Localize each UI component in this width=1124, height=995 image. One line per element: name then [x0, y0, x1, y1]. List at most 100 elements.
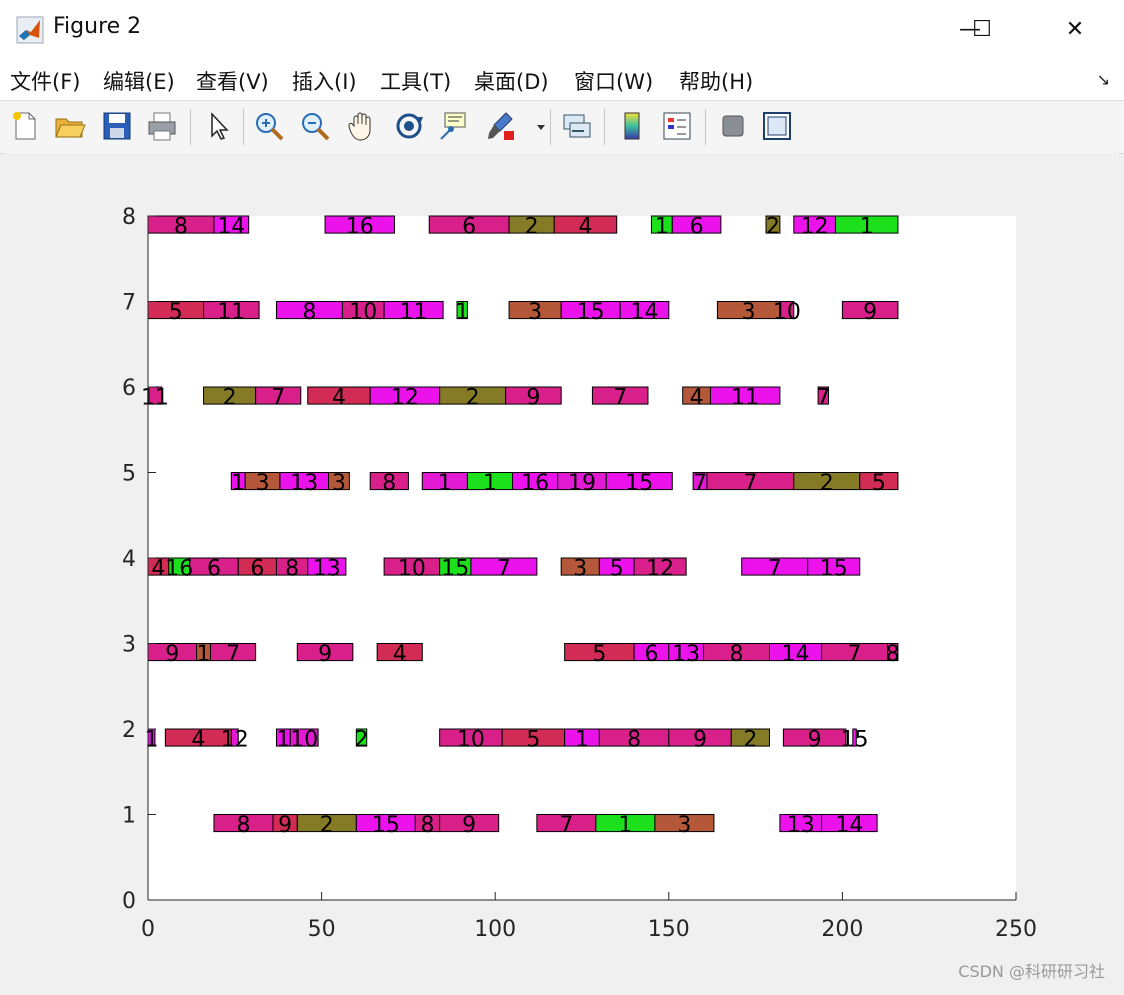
pointer-icon[interactable]: [202, 109, 236, 143]
new-figure-icon[interactable]: [8, 109, 42, 143]
task-label: 1: [655, 215, 669, 240]
menu-window[interactable]: 窗口(W): [574, 66, 653, 96]
task-label: 6: [462, 215, 476, 240]
task-label: 9: [863, 300, 877, 325]
task-label: 15: [441, 557, 469, 582]
task-label: 14: [217, 215, 245, 240]
task-label: 10: [398, 557, 426, 582]
task-label: 7: [613, 386, 627, 411]
task-label: 15: [625, 471, 653, 496]
task-label: 8: [886, 642, 900, 667]
save-icon[interactable]: [100, 109, 134, 143]
task-label: 1: [483, 471, 497, 496]
task-label: 4: [332, 386, 346, 411]
task-label: 16: [521, 471, 549, 496]
dock-arrow-icon[interactable]: ↘: [1097, 70, 1110, 89]
task-label: 13: [787, 813, 815, 838]
task-label: 4: [578, 215, 592, 240]
task-label: 3: [528, 300, 542, 325]
link-plot-icon[interactable]: [560, 109, 594, 143]
task-label: 4: [151, 557, 165, 582]
task-label: 10: [290, 728, 318, 753]
x-tick-label: 250: [995, 917, 1037, 942]
task-label: 2: [355, 728, 369, 753]
toolbar-separator: [190, 109, 191, 145]
y-tick-label: 4: [122, 547, 136, 572]
zoom-in-icon[interactable]: [252, 109, 286, 143]
toolbar-separator: [550, 109, 551, 145]
task-label: 1: [455, 300, 469, 325]
menu-desktop[interactable]: 桌面(D): [474, 66, 549, 96]
print-icon[interactable]: [145, 109, 179, 143]
data-cursor-icon[interactable]: [437, 109, 471, 143]
task-label: 5: [872, 471, 886, 496]
task-label: 12: [221, 728, 249, 753]
task-label: 9: [165, 642, 179, 667]
task-label: 7: [271, 386, 285, 411]
menu-bar: 文件(F) 编辑(E) 查看(V) 插入(I) 工具(T) 桌面(D) 窗口(W…: [0, 58, 1124, 100]
rotate-3d-icon[interactable]: [392, 109, 426, 143]
task-label: 10: [457, 728, 485, 753]
zoom-out-icon[interactable]: [298, 109, 332, 143]
task-label: 3: [332, 471, 346, 496]
menu-help[interactable]: 帮助(H): [679, 66, 753, 96]
task-label: 1: [231, 471, 245, 496]
task-label: 12: [646, 557, 674, 582]
task-label: 16: [165, 557, 193, 582]
task-label: 4: [191, 728, 205, 753]
task-label: 8: [627, 728, 641, 753]
task-label: 4: [393, 642, 407, 667]
close-icon: ✕: [1065, 16, 1085, 42]
pan-hand-icon[interactable]: [345, 109, 379, 143]
task-label: 3: [573, 557, 587, 582]
task-label: 2: [820, 471, 834, 496]
task-label: 15: [820, 557, 848, 582]
menu-tools[interactable]: 工具(T): [380, 66, 451, 96]
toolbar-separator: [705, 109, 706, 145]
menu-file[interactable]: 文件(F): [10, 66, 80, 96]
task-label: 8: [382, 471, 396, 496]
task-label: 2: [320, 813, 334, 838]
toolbar-separator: [604, 109, 605, 145]
task-label: 10: [773, 300, 801, 325]
brush-icon[interactable]: [484, 109, 518, 143]
task-label: 11: [400, 300, 428, 325]
task-label: 7: [226, 642, 240, 667]
brush-dropdown-icon[interactable]: [524, 109, 545, 143]
menu-view[interactable]: 查看(V): [196, 66, 269, 96]
colorbar-icon[interactable]: [615, 109, 649, 143]
task-label: 9: [526, 386, 540, 411]
maximize-button[interactable]: ☐: [952, 8, 1012, 50]
task-label: 19: [568, 471, 596, 496]
task-label: 2: [223, 386, 237, 411]
task-label: 1: [438, 471, 452, 496]
task-label: 4: [690, 386, 704, 411]
menu-insert[interactable]: 插入(I): [292, 66, 357, 96]
task-label: 2: [466, 386, 480, 411]
task-label: 7: [848, 642, 862, 667]
task-label: 11: [731, 386, 759, 411]
task-label: 9: [318, 642, 332, 667]
task-label: 6: [644, 642, 658, 667]
task-label: 14: [835, 813, 863, 838]
task-label: 11: [141, 386, 169, 411]
open-file-icon[interactable]: [53, 109, 87, 143]
task-label: 7: [743, 471, 757, 496]
show-plot-tools-icon[interactable]: [760, 109, 794, 143]
task-label: 12: [391, 386, 419, 411]
task-label: 11: [217, 300, 245, 325]
matlab-logo-icon: [16, 16, 44, 44]
task-label: 10: [349, 300, 377, 325]
legend-icon[interactable]: [660, 109, 694, 143]
task-label: 2: [525, 215, 539, 240]
task-label: 9: [462, 813, 476, 838]
close-button[interactable]: ✕: [1045, 8, 1105, 50]
title-bar: Figure 2 — ☐ ✕: [0, 0, 1124, 58]
task-label: 1: [144, 728, 158, 753]
menu-edit[interactable]: 编辑(E): [103, 66, 175, 96]
task-label: 3: [256, 471, 270, 496]
y-tick-label: 0: [122, 889, 136, 914]
hide-plot-tools-icon[interactable]: [716, 109, 750, 143]
watermark: CSDN @科研研习社: [958, 962, 1105, 981]
task-label: 9: [278, 813, 292, 838]
